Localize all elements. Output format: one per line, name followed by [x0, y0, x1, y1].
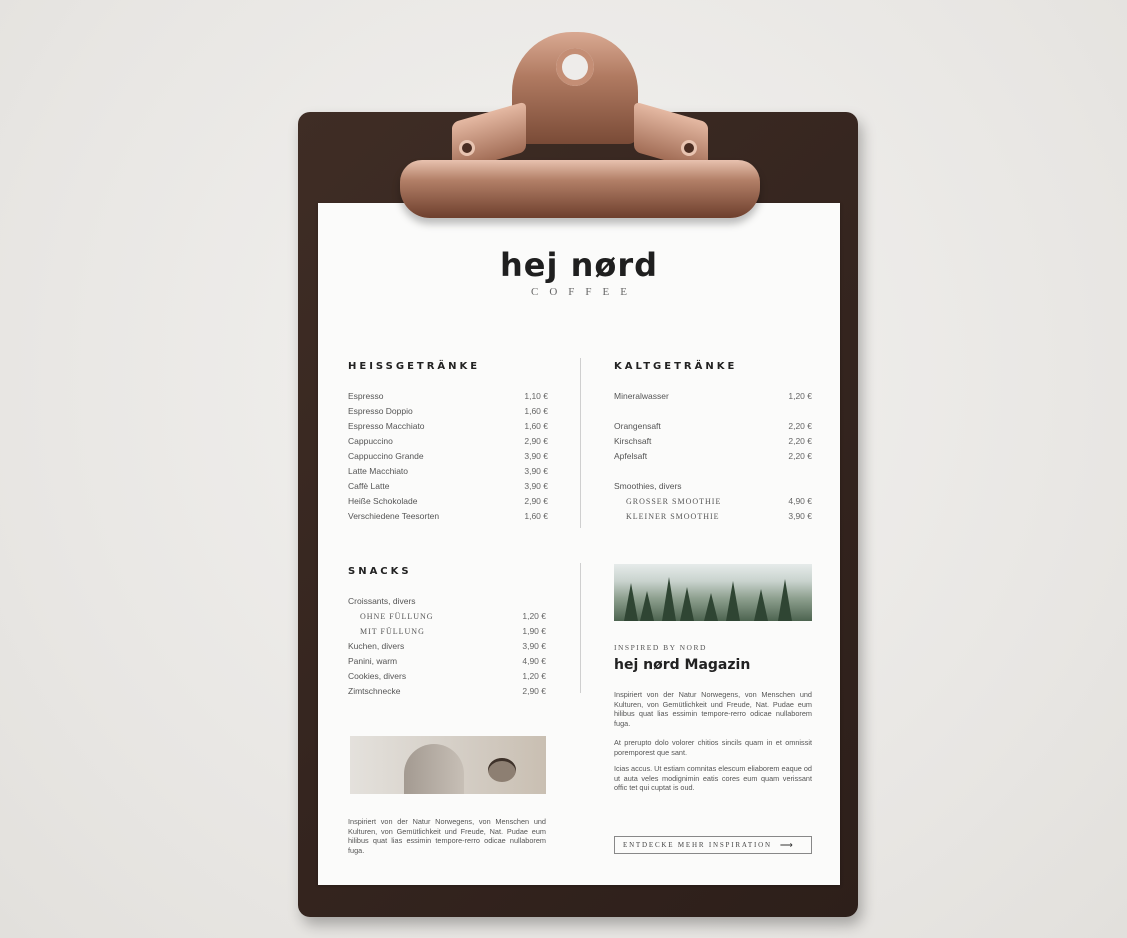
brand-subtitle: COFFEE [531, 286, 638, 298]
list-item: Caffè Latte 3,90 € [348, 481, 548, 491]
list-item: GROSSER SMOOTHIE 4,90 € [626, 496, 812, 506]
vase-shape [404, 744, 464, 794]
list-item: Mineralwasser 1,20 € [614, 391, 812, 401]
arrow-right-icon: ⟶ [779, 839, 795, 850]
column-divider-bottom [580, 563, 581, 693]
list-item: Zimtschnecke 2,90 € [348, 686, 546, 696]
tree-shape [624, 583, 638, 621]
hot-drinks-title: HEISSGETRÄNKE [348, 361, 481, 372]
brand-name: hej nørd [499, 246, 659, 284]
tree-shape [704, 593, 718, 621]
snacks-title: SNACKS [348, 566, 412, 577]
list-item: Verschiedene Teesorten 1,60 € [348, 511, 548, 521]
clip-hole [556, 48, 594, 86]
magazine-paragraph-3: Icias accus. Ut estiam comnitas elescum … [614, 764, 812, 792]
clip-rivet-left [462, 143, 472, 153]
list-item: Cappuccino 2,90 € [348, 436, 548, 446]
forest-photo [614, 564, 812, 621]
magazine-paragraph-1: Inspiriert von der Natur Norwegens, von … [614, 690, 812, 728]
list-item: Cappuccino Grande 3,90 € [348, 451, 548, 461]
list-item: Kuchen, divers 3,90 € [348, 641, 546, 651]
ceramic-vase-photo [350, 736, 546, 794]
tree-shape [754, 589, 768, 621]
cold-drinks-list: Mineralwasser 1,20 € Orangensaft 2,20 € Ki… [614, 389, 812, 524]
list-item: OHNE FÜLLUNG 1,20 € [360, 611, 546, 621]
magazine-kicker: INSPIRED BY NORD [614, 643, 707, 652]
magazine-title: hej nørd Magazin [614, 657, 751, 673]
column-divider-top [580, 358, 581, 528]
tree-shape [662, 577, 676, 621]
cta-label: ENTDECKE MEHR INSPIRATION [623, 841, 772, 849]
snacks-description: Inspiriert von der Natur Norwegens, von … [348, 817, 546, 855]
list-item: Latte Macchiato 3,90 € [348, 466, 548, 476]
list-item: Orangensaft 2,20 € [614, 421, 812, 431]
list-item: Heiße Schokolade 2,90 € [348, 496, 548, 506]
clip-rivet-right [684, 143, 694, 153]
list-item: Panini, warm 4,90 € [348, 656, 546, 666]
magazine-paragraph-2: At prerupto dolo volorer chitios sincils… [614, 738, 812, 757]
brand-logo: hej nørd COFFEE [318, 246, 840, 298]
list-item: Croissants, divers [348, 596, 416, 606]
tree-shape [680, 587, 694, 621]
list-item: Espresso Macchiato 1,60 € [348, 421, 548, 431]
tree-shape [726, 581, 740, 621]
list-item: KLEINER SMOOTHIE 3,90 € [626, 511, 812, 521]
list-item: Smoothies, divers [614, 481, 682, 491]
tree-shape [778, 579, 792, 621]
list-item: Espresso 1,10 € [348, 391, 548, 401]
discover-more-button[interactable]: ENTDECKE MEHR INSPIRATION ⟶ [614, 836, 812, 854]
cup-shape [488, 758, 516, 782]
list-item: Kirschsaft 2,20 € [614, 436, 812, 446]
cold-drinks-title: KALTGETRÄNKE [614, 361, 738, 372]
hot-drinks-list: Espresso 1,10 € Espresso Doppio 1,60 € Esp… [348, 389, 548, 524]
list-item: Cookies, divers 1,20 € [348, 671, 546, 681]
snacks-list: Croissants, divers OHNE FÜLLUNG 1,20 € MI… [348, 594, 546, 699]
clip-base [400, 160, 760, 218]
list-item: Espresso Doppio 1,60 € [348, 406, 548, 416]
tree-shape [640, 591, 654, 621]
list-item: MIT FÜLLUNG 1,90 € [360, 626, 546, 636]
list-item: Apfelsaft 2,20 € [614, 451, 812, 461]
